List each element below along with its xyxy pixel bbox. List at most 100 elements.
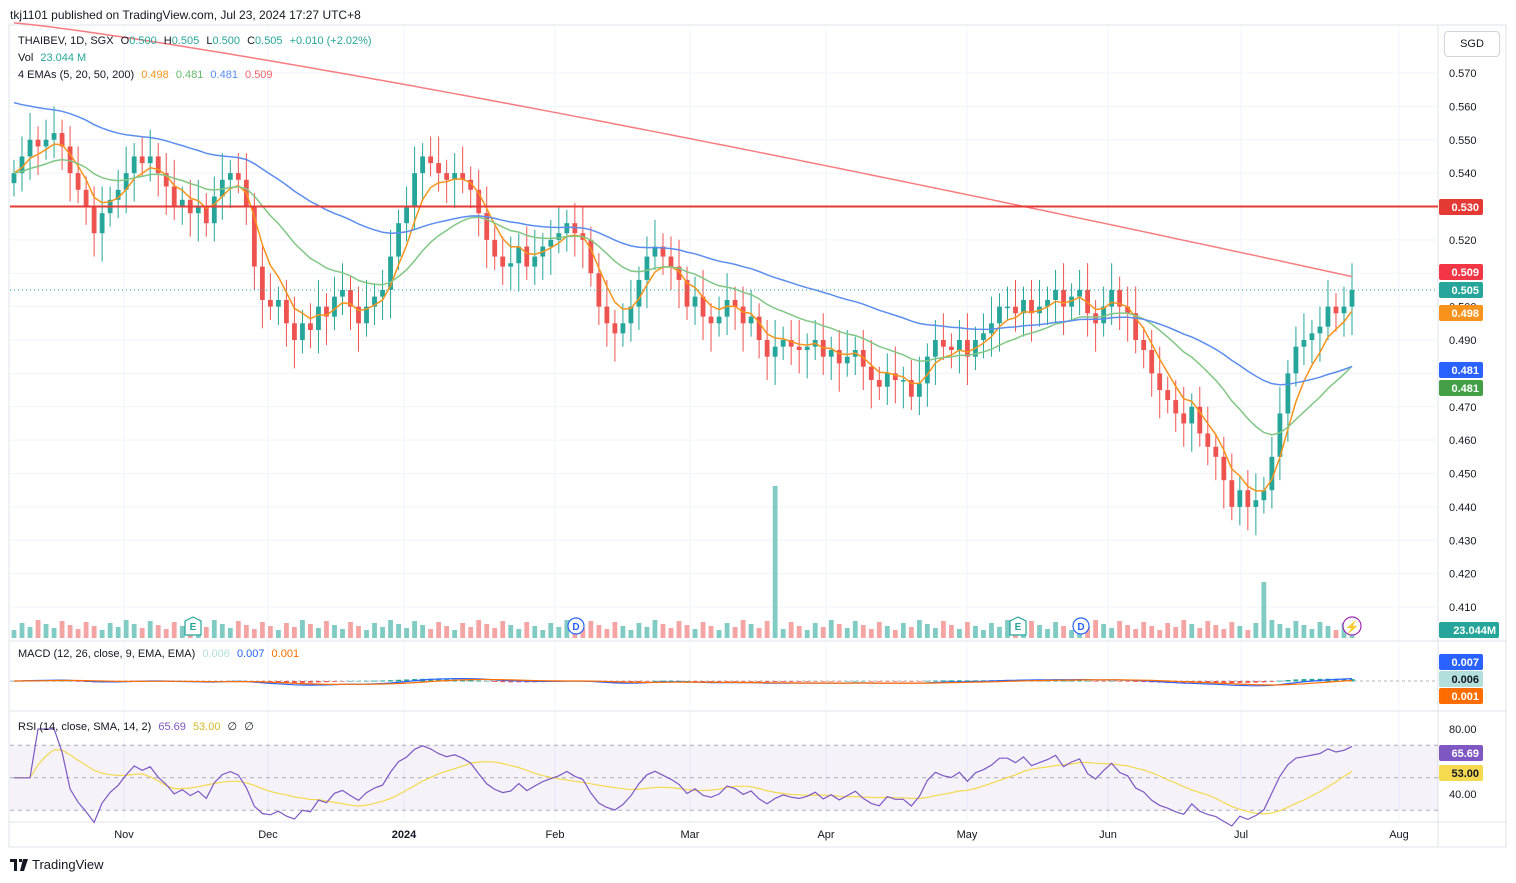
- volume-bar: [396, 624, 401, 638]
- macd-histogram-bar: [796, 681, 802, 682]
- macd-histogram-bar: [1269, 681, 1275, 682]
- candle-body: [828, 350, 834, 357]
- volume-bar: [724, 623, 730, 638]
- currency-button[interactable]: SGD: [1444, 31, 1500, 57]
- macd-histogram-bar: [1101, 681, 1107, 682]
- candle-body: [275, 299, 281, 307]
- volume-bar: [179, 626, 185, 638]
- close-value: 0.505: [255, 35, 283, 47]
- candle-body: [548, 239, 554, 247]
- volume-bar: [1037, 625, 1042, 638]
- rsi-tick-label: 40.00: [1449, 789, 1477, 801]
- volume-bar: [1069, 630, 1074, 638]
- macd-histogram-bar: [1293, 679, 1299, 682]
- volume-bar: [235, 621, 241, 638]
- volume-bar: [804, 630, 810, 638]
- candle-body: [1309, 333, 1315, 340]
- volume-bar: [948, 625, 954, 638]
- volume-bar: [652, 620, 658, 638]
- candle-body: [844, 356, 850, 364]
- volume-bar: [668, 628, 674, 638]
- volume-bar: [27, 627, 33, 638]
- volume-bar: [251, 629, 257, 638]
- candle-body: [428, 156, 434, 164]
- rsi-legend[interactable]: RSI (14, close, SMA, 14, 2) 65.69 53.00 …: [18, 720, 258, 733]
- rsi-label: RSI (14, close, SMA, 14, 2): [18, 721, 152, 733]
- candle-body: [1053, 289, 1058, 300]
- ema-legend[interactable]: 4 EMAs (5, 20, 50, 200) 0.498 0.481 0.48…: [18, 69, 277, 81]
- volume-bar: [356, 626, 361, 638]
- candle-body: [316, 306, 321, 330]
- macd-histogram-bar: [316, 681, 321, 683]
- chart-canvas[interactable]: 0.5700.5600.5500.5400.5300.5200.5100.500…: [0, 0, 1516, 883]
- volume-bar: [820, 627, 826, 638]
- ema20-value: 0.481: [175, 69, 204, 81]
- macd-histogram-bar: [1133, 681, 1139, 682]
- volume-bar: [11, 630, 17, 638]
- macd-histogram-bar: [1253, 681, 1259, 683]
- candle-body: [1237, 490, 1243, 507]
- macd-histogram-bar: [764, 681, 770, 682]
- macd-histogram-bar: [724, 681, 730, 682]
- symbol-name[interactable]: THAIBEV, 1D, SGX: [18, 35, 114, 47]
- volume-bar: [924, 624, 930, 638]
- candle-body: [1253, 500, 1259, 507]
- volume-bar: [1109, 628, 1115, 638]
- volume-bar: [684, 625, 690, 638]
- candle-body: [716, 316, 722, 324]
- volume-bar: [1061, 626, 1066, 638]
- volume-bar: [412, 621, 418, 638]
- volume-label: Vol: [18, 52, 34, 64]
- ema5-value: 0.498: [141, 69, 169, 81]
- candle-body: [940, 340, 946, 347]
- candle-body: [916, 383, 922, 397]
- volume-bar: [1293, 621, 1299, 638]
- volume-bar: [51, 628, 57, 638]
- candle-body: [179, 199, 185, 207]
- candle-body: [1221, 456, 1227, 481]
- volume-bar: [155, 625, 161, 638]
- volume-bar: [1317, 622, 1323, 638]
- rsi-tick-label: 80.00: [1449, 724, 1477, 736]
- volume-bar: [275, 630, 281, 638]
- candle-body: [412, 173, 418, 207]
- volume-bar: [43, 624, 49, 638]
- volume-bar: [476, 620, 482, 638]
- candle-body: [99, 213, 105, 234]
- macd-legend[interactable]: MACD (12, 26, close, 9, EMA, EMA) 0.006 …: [18, 648, 303, 660]
- brand-name: TradingView: [32, 857, 104, 872]
- volume-group: [11, 486, 1355, 638]
- volume-bar: [1245, 630, 1251, 638]
- volume-bar: [131, 624, 137, 638]
- tradingview-brand[interactable]: TradingView: [10, 857, 104, 872]
- symbol-legend[interactable]: THAIBEV, 1D, SGX O0.500 H0.505 L0.500 C0…: [18, 35, 376, 47]
- volume-bar: [548, 623, 554, 638]
- candle-body: [604, 306, 610, 324]
- macd-signal-value: 0.001: [271, 648, 300, 660]
- open-value: 0.500: [129, 35, 157, 47]
- volume-bar: [243, 625, 249, 638]
- candles-group: [11, 106, 1355, 536]
- volume-legend[interactable]: Vol 23.044 M: [18, 52, 90, 64]
- candle-body: [740, 306, 746, 324]
- candle-body: [267, 299, 273, 307]
- price-label-hline: 0.530: [1451, 202, 1479, 214]
- volume-bar: [292, 627, 297, 638]
- macd-axis-label: 0.007: [1451, 657, 1479, 669]
- macd-histogram-bar: [700, 681, 706, 682]
- event-marker-label: D: [572, 622, 579, 633]
- candle-body: [516, 246, 522, 264]
- volume-bar: [1117, 621, 1123, 638]
- volume-bar: [19, 623, 25, 638]
- macd-histogram-bar: [1229, 681, 1235, 683]
- macd-histogram-bar: [356, 680, 361, 682]
- macd-histogram-bar: [884, 681, 890, 682]
- candle-body: [11, 173, 17, 184]
- volume-bar: [380, 627, 385, 638]
- volume-axis-label: 23.044M: [1453, 625, 1496, 637]
- candle-body: [1213, 446, 1219, 457]
- candle-body: [420, 156, 426, 174]
- macd-histogram-bar: [380, 680, 385, 682]
- volume-bar: [1053, 622, 1058, 638]
- volume-bar: [1309, 629, 1315, 638]
